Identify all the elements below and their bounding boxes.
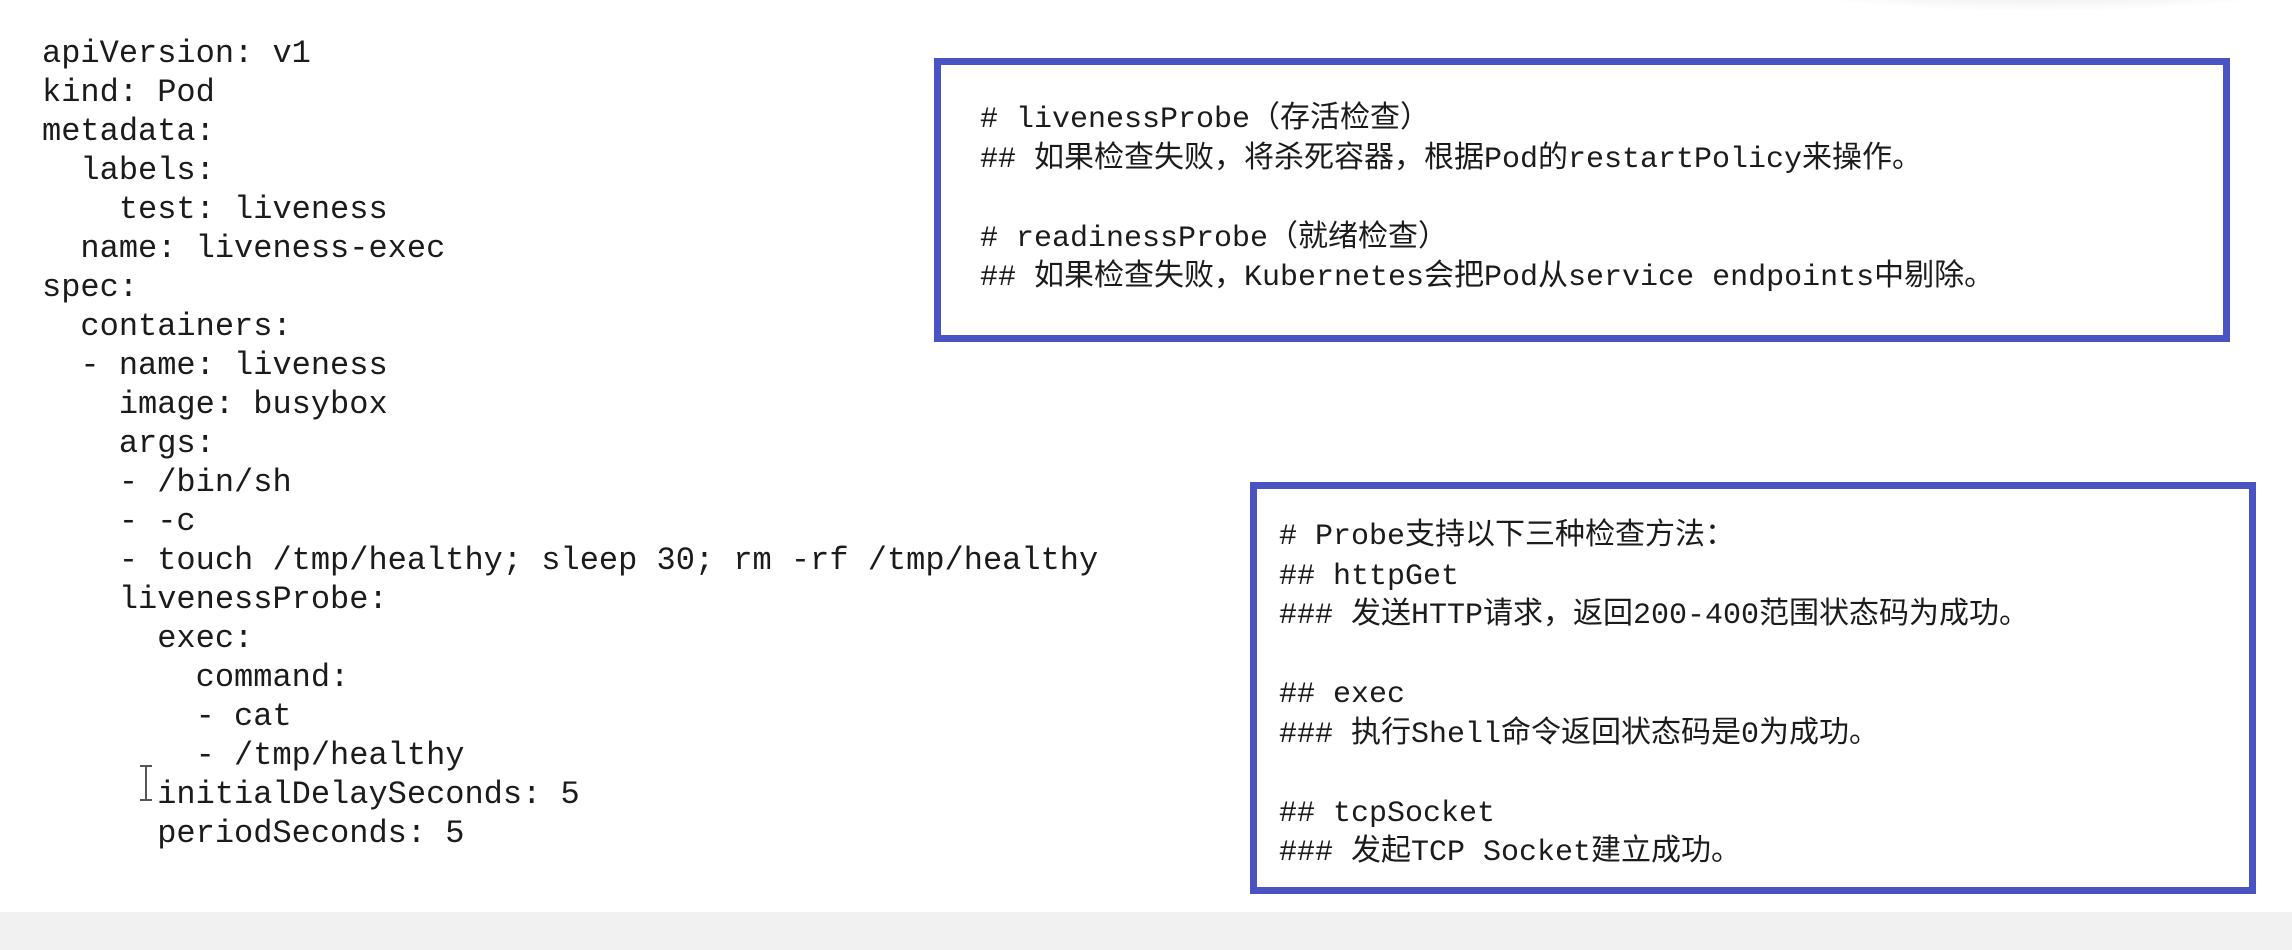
code-line: - -c	[42, 503, 196, 540]
httpget-title: ## httpGet	[1279, 559, 1460, 594]
code-line: image: busybox	[42, 386, 388, 423]
code-line: livenessProbe:	[42, 581, 388, 618]
readiness-probe-heading: # readinessProbe（就绪检查）	[980, 221, 1449, 256]
probe-types-note-box: # livenessProbe（存活检查） ## 如果检查失败，将杀死容器，根据…	[934, 58, 2230, 342]
window-shadow	[1760, 0, 2292, 10]
code-line: initialDelaySeconds: 5	[42, 776, 580, 813]
code-line: args:	[42, 425, 215, 462]
code-line: - cat	[42, 698, 292, 735]
httpget-description: ### 发送HTTP请求，返回200-400范围状态码为成功。	[1279, 599, 2030, 633]
code-line: periodSeconds: 5	[42, 815, 465, 852]
probe-methods-note-box: # Probe支持以下三种检查方法： ## httpGet ### 发送HTTP…	[1250, 482, 2256, 894]
code-line: - /tmp/healthy	[42, 737, 465, 774]
bottom-band	[0, 912, 2292, 950]
text-cursor-icon	[140, 765, 152, 801]
code-line: - /bin/sh	[42, 464, 292, 501]
code-line: exec:	[42, 620, 254, 657]
slide-canvas: apiVersion: v1 kind: Pod metadata: label…	[0, 0, 2292, 950]
liveness-probe-description: ## 如果检查失败，将杀死容器，根据Pod的restartPolicy来操作。	[980, 142, 1923, 177]
readiness-probe-description: ## 如果检查失败，Kubernetes会把Pod从service endpoi…	[980, 261, 1995, 295]
exec-description: ### 执行Shell命令返回状态码是0为成功。	[1279, 717, 1880, 752]
tcpsocket-description: ### 发起TCP Socket建立成功。	[1279, 836, 1742, 870]
probe-methods-heading: # Probe支持以下三种检查方法：	[1279, 520, 1736, 554]
code-line: - touch /tmp/healthy; sleep 30; rm -rf /…	[42, 542, 1099, 579]
tcpsocket-title: ## tcpSocket	[1279, 796, 1496, 831]
code-line: - name: liveness	[42, 347, 388, 384]
code-line: command:	[42, 659, 350, 696]
exec-title: ## exec	[1279, 678, 1406, 712]
liveness-probe-heading: # livenessProbe（存活检查）	[980, 103, 1431, 137]
